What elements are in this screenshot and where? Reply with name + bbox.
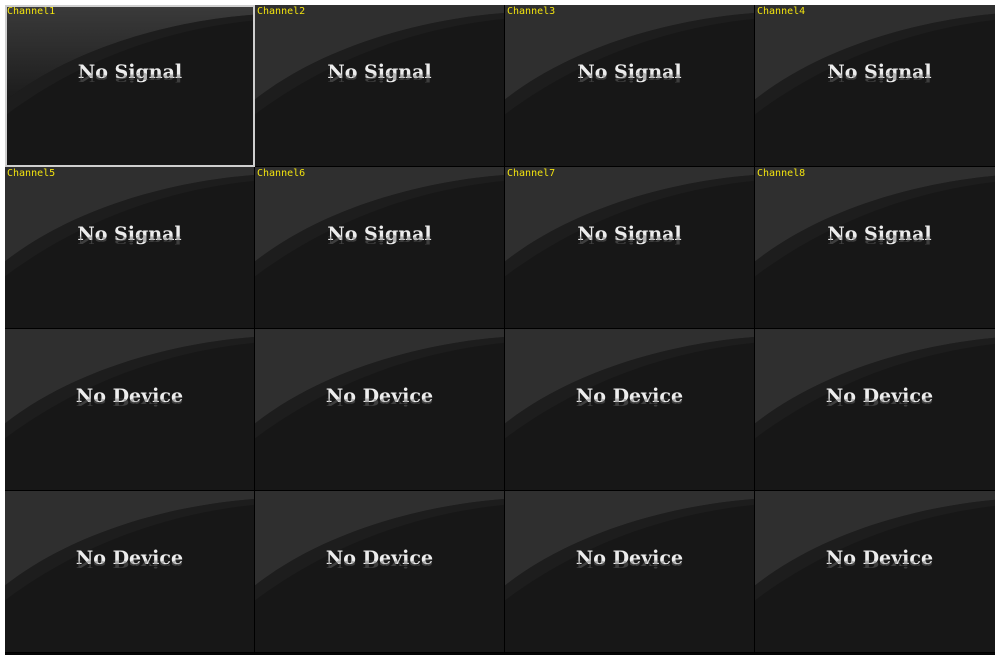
status-message: No Signal No Signal xyxy=(505,223,754,258)
status-reflection: No Device xyxy=(325,557,434,570)
status-reflection: No Signal xyxy=(77,233,182,246)
device-tile-10[interactable]: No Device No Device xyxy=(255,329,505,491)
status-message: No Device No Device xyxy=(5,547,254,582)
device-tile-16[interactable]: No Device No Device xyxy=(755,491,995,653)
status-message: No Signal No Signal xyxy=(505,61,754,96)
status-reflection: No Signal xyxy=(577,233,682,246)
device-tile-13[interactable]: No Device No Device xyxy=(5,491,255,653)
status-message: No Signal No Signal xyxy=(5,223,254,258)
channel-label: Channel2 xyxy=(257,6,306,17)
status-reflection: No Signal xyxy=(327,71,432,84)
device-tile-11[interactable]: No Device No Device xyxy=(505,329,755,491)
channel-label: Channel6 xyxy=(257,168,306,179)
channel-label: Channel3 xyxy=(507,6,556,17)
device-tile-9[interactable]: No Device No Device xyxy=(5,329,255,491)
device-tile-15[interactable]: No Device No Device xyxy=(505,491,755,653)
channel-tile-7[interactable]: Channel7 No Signal No Signal xyxy=(505,167,755,329)
channel-tile-6[interactable]: Channel6 No Signal No Signal xyxy=(255,167,505,329)
status-message: No Device No Device xyxy=(755,547,995,582)
status-message: No Signal No Signal xyxy=(255,223,504,258)
status-reflection: No Device xyxy=(575,557,684,570)
status-message: No Signal No Signal xyxy=(755,61,995,96)
channel-label: Channel4 xyxy=(757,6,806,17)
status-reflection: No Device xyxy=(75,557,184,570)
status-message: No Signal No Signal xyxy=(7,61,253,96)
status-reflection: No Device xyxy=(825,395,934,408)
channel-tile-3[interactable]: Channel3 No Signal No Signal xyxy=(505,5,755,167)
device-tile-12[interactable]: No Device No Device xyxy=(755,329,995,491)
status-message: No Device No Device xyxy=(505,547,754,582)
status-message: No Signal No Signal xyxy=(755,223,995,258)
channel-label: Channel8 xyxy=(757,168,806,179)
status-reflection: No Device xyxy=(825,557,934,570)
status-reflection: No Signal xyxy=(327,233,432,246)
video-grid: Channel1 No Signal No Signal Channel2 No… xyxy=(5,5,995,655)
channel-tile-5[interactable]: Channel5 No Signal No Signal xyxy=(5,167,255,329)
status-message: No Signal No Signal xyxy=(255,61,504,96)
status-reflection: No Device xyxy=(575,395,684,408)
channel-tile-1[interactable]: Channel1 No Signal No Signal xyxy=(5,5,255,167)
channel-tile-8[interactable]: Channel8 No Signal No Signal xyxy=(755,167,995,329)
status-message: No Device No Device xyxy=(505,385,754,420)
device-tile-14[interactable]: No Device No Device xyxy=(255,491,505,653)
channel-tile-2[interactable]: Channel2 No Signal No Signal xyxy=(255,5,505,167)
channel-label: Channel1 xyxy=(7,6,56,17)
channel-tile-4[interactable]: Channel4 No Signal No Signal xyxy=(755,5,995,167)
status-reflection: No Device xyxy=(325,395,434,408)
channel-label: Channel7 xyxy=(507,168,556,179)
status-message: No Device No Device xyxy=(5,385,254,420)
status-reflection: No Signal xyxy=(577,71,682,84)
channel-label: Channel5 xyxy=(7,168,56,179)
status-reflection: No Signal xyxy=(827,71,932,84)
status-message: No Device No Device xyxy=(755,385,995,420)
status-reflection: No Signal xyxy=(77,71,183,84)
status-reflection: No Device xyxy=(75,395,184,408)
status-reflection: No Signal xyxy=(827,233,932,246)
status-message: No Device No Device xyxy=(255,547,504,582)
status-message: No Device No Device xyxy=(255,385,504,420)
